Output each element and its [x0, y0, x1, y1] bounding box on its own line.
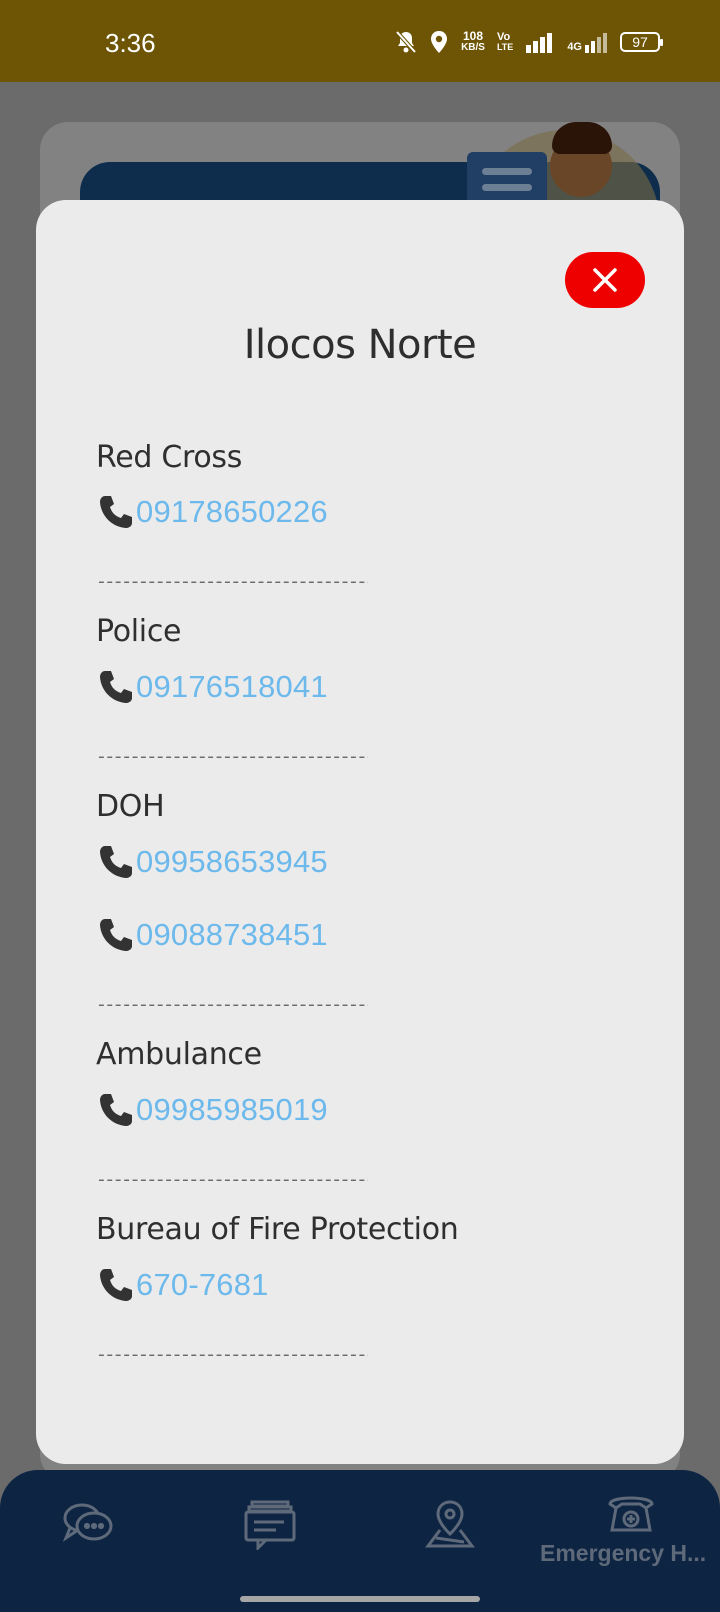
phone-icon [100, 1269, 132, 1301]
battery-indicator: 97 [620, 32, 663, 52]
phone-link[interactable]: 09985985019 [96, 1090, 328, 1130]
divider: ------------------------------------ [96, 1174, 368, 1188]
nav-label-emergency-hotline[interactable]: Emergency H... [540, 1540, 706, 1567]
signal-2-icon [585, 33, 607, 53]
illustration-line [482, 168, 532, 175]
agency-name-doh: DOH [96, 789, 165, 824]
close-icon [593, 268, 617, 292]
agency-name-police: Police [96, 614, 182, 649]
phone-icon [100, 1094, 132, 1126]
lte-signal: 4G [567, 31, 608, 53]
divider: ------------------------------------ [96, 999, 368, 1013]
divider: ------------------------------------ [96, 576, 368, 590]
status-bar: 3:36 108 KB/S Vo LTE 4G 97 [0, 0, 720, 82]
volte-top: Vo [496, 31, 511, 43]
nav-item-map[interactable] [424, 1498, 476, 1555]
agency-name-red-cross: Red Cross [96, 440, 243, 475]
message-stack-icon [244, 1500, 296, 1552]
phone-link[interactable]: 09088738451 [96, 915, 328, 955]
phone-link[interactable]: 09958653945 [96, 842, 328, 882]
phone-link[interactable]: 09176518041 [96, 667, 328, 707]
signal-icon [526, 33, 553, 53]
doctor-hair-illustration [552, 122, 612, 154]
phone-icon [100, 671, 132, 703]
bell-muted-icon [395, 30, 417, 54]
close-button[interactable] [565, 252, 645, 308]
phone-icon [100, 846, 132, 878]
map-pin-icon [425, 1500, 475, 1548]
phone-number[interactable]: 09985985019 [136, 1092, 328, 1128]
agency-name-ambulance: Ambulance [96, 1037, 262, 1072]
divider: ------------------------------------ [96, 1349, 368, 1363]
phone-number[interactable]: 09176518041 [136, 669, 328, 705]
divider: ------------------------------------ [96, 751, 368, 765]
nav-item-chat[interactable] [62, 1500, 116, 1553]
location-icon [431, 31, 448, 53]
status-icons: 108 KB/S Vo LTE 4G 97 [395, 29, 663, 54]
phone-number[interactable]: 09958653945 [136, 844, 328, 880]
nav-item-emergency-hotline[interactable] [606, 1490, 656, 1539]
status-time: 3:36 [105, 28, 156, 58]
emergency-phone-icon [608, 1496, 654, 1532]
agency-name-bureau-of-fire-protection: Bureau of Fire Protection [96, 1212, 459, 1247]
phone-number[interactable]: 09178650226 [136, 494, 328, 530]
phone-link[interactable]: 670-7681 [96, 1265, 269, 1305]
phone-icon [100, 496, 132, 528]
volte-bottom: LTE [496, 42, 514, 52]
modal-title: Ilocos Norte [243, 322, 477, 368]
volte-indicator: Vo LTE [496, 31, 514, 53]
chat-bubbles-icon [62, 1503, 113, 1542]
phone-number[interactable]: 09088738451 [136, 917, 328, 953]
phone-link[interactable]: 09178650226 [96, 492, 328, 532]
nav-item-messages[interactable] [244, 1500, 296, 1555]
home-indicator[interactable] [240, 1596, 480, 1602]
network-speed-value: 108 [463, 29, 484, 43]
illustration-line [482, 184, 532, 191]
network-speed-unit: KB/S [461, 42, 485, 53]
lte-label: 4G [567, 41, 582, 53]
network-speed: 108 KB/S [461, 29, 485, 53]
phone-number[interactable]: 670-7681 [136, 1267, 269, 1303]
phone-icon [100, 919, 132, 951]
